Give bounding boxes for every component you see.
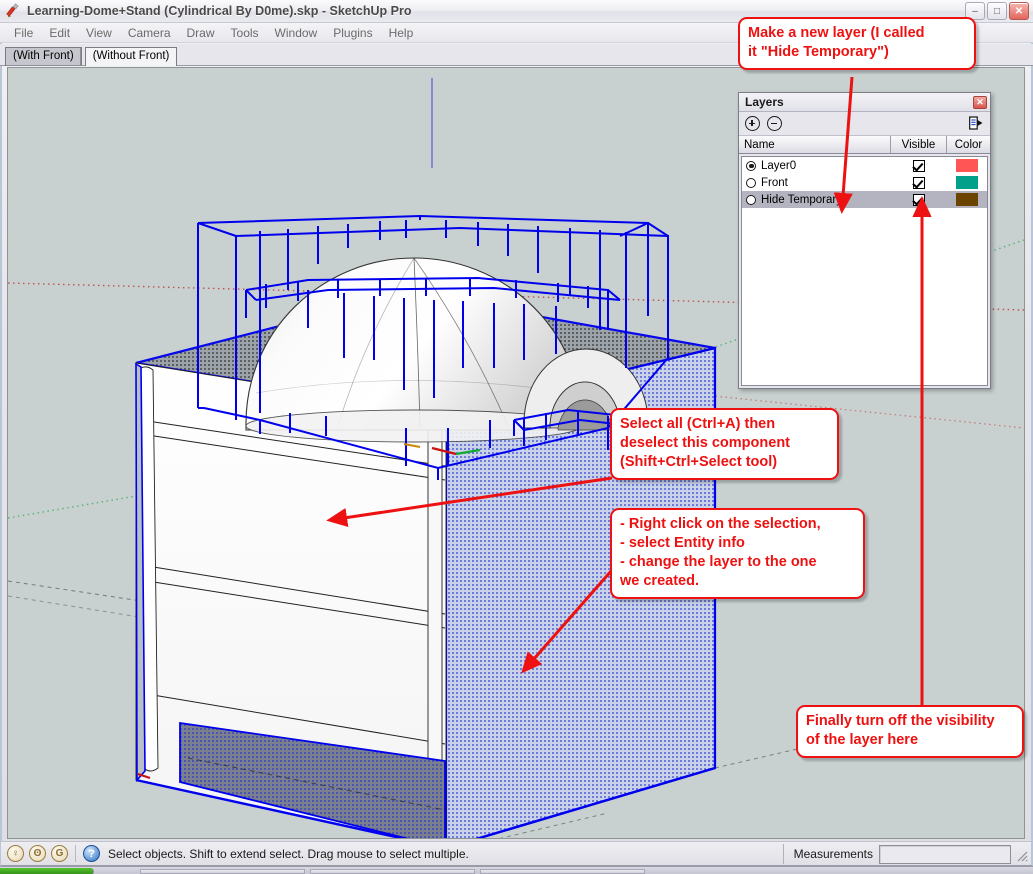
layer-color-cell[interactable]: [946, 159, 987, 172]
os-taskbar: [0, 866, 1033, 874]
callout-entity-info: - Right click on the selection, - select…: [610, 508, 865, 599]
measurements-group: Measurements: [782, 843, 1029, 865]
layer-visible-cell[interactable]: [891, 159, 947, 172]
layer-name-cell[interactable]: Front: [742, 177, 891, 189]
taskbar-item[interactable]: [480, 869, 645, 874]
callout-new-layer: Make a new layer (I called it "Hide Temp…: [738, 17, 976, 70]
layers-panel-title: Layers: [745, 95, 784, 109]
measurements-label: Measurements: [793, 847, 873, 861]
column-header-color[interactable]: Color: [947, 136, 990, 153]
measurements-input[interactable]: [879, 844, 1011, 864]
menu-file[interactable]: File: [6, 24, 41, 42]
color-swatch[interactable]: [955, 176, 978, 189]
layer-name-label: Hide Temporary: [761, 193, 842, 206]
visible-checkbox[interactable]: [912, 176, 925, 189]
status-icon-group: ♀ ʘ G: [1, 845, 68, 862]
status-bar: ♀ ʘ G ? Select objects. Shift to extend …: [1, 841, 1031, 865]
layers-column-headers: Name Visible Color: [739, 136, 990, 154]
layer-options-flyout-icon[interactable]: [969, 116, 983, 131]
scene-tab-with-front[interactable]: (With Front): [5, 47, 82, 66]
layer-name-cell[interactable]: Hide Temporary: [742, 194, 891, 206]
layers-close-icon[interactable]: ✕: [973, 95, 987, 109]
column-header-visible[interactable]: Visible: [891, 136, 947, 153]
layer-visible-cell[interactable]: [891, 193, 947, 206]
layer-name-label: Front: [761, 176, 788, 189]
menu-window[interactable]: Window: [267, 24, 326, 42]
menu-plugins[interactable]: Plugins: [325, 24, 380, 42]
person-icon[interactable]: ʘ: [29, 845, 46, 862]
visible-checkbox[interactable]: [912, 159, 925, 172]
layers-title-bar: Layers ✕: [739, 93, 990, 112]
layers-list[interactable]: Layer0 Front Hide Temporary: [741, 156, 988, 386]
layers-toolbar: [739, 112, 990, 136]
window-title: Learning-Dome+Stand (Cylindrical By D0me…: [27, 4, 412, 18]
menu-edit[interactable]: Edit: [41, 24, 78, 42]
layer-color-cell[interactable]: [946, 193, 987, 206]
callout-visibility: Finally turn off the visibility of the l…: [796, 705, 1024, 758]
layer-row-layer0[interactable]: Layer0: [742, 157, 987, 174]
layer-visible-cell[interactable]: [891, 176, 947, 189]
status-divider: [75, 845, 76, 862]
menu-camera[interactable]: Camera: [120, 24, 179, 42]
active-layer-radio-icon[interactable]: [746, 160, 756, 171]
layer-color-cell[interactable]: [946, 176, 987, 189]
active-layer-radio-icon[interactable]: [746, 177, 756, 188]
menu-draw[interactable]: Draw: [179, 24, 223, 42]
resize-grip-icon[interactable]: [1015, 849, 1029, 863]
taskbar-item[interactable]: [310, 869, 475, 874]
sketchup-window: Learning-Dome+Stand (Cylindrical By D0me…: [0, 0, 1033, 874]
menu-help[interactable]: Help: [381, 24, 422, 42]
layer-name-label: Layer0: [761, 159, 797, 172]
layer-name-cell[interactable]: Layer0: [742, 160, 891, 172]
remove-layer-icon[interactable]: [767, 116, 782, 131]
menu-view[interactable]: View: [78, 24, 120, 42]
help-icon[interactable]: ?: [83, 845, 100, 862]
sketchup-pencil-icon: [6, 3, 22, 19]
scene-tab-without-front[interactable]: (Without Front): [84, 47, 178, 66]
window-controls: – □ ✕: [965, 2, 1029, 20]
menu-tools[interactable]: Tools: [223, 24, 267, 42]
measurements-divider: [782, 844, 784, 864]
color-swatch[interactable]: [955, 159, 978, 172]
google-icon[interactable]: G: [51, 845, 68, 862]
close-button[interactable]: ✕: [1009, 2, 1029, 20]
status-message: Select objects. Shift to extend select. …: [108, 846, 469, 861]
add-layer-icon[interactable]: [745, 116, 760, 131]
active-layer-radio-icon[interactable]: [746, 194, 756, 205]
geo-location-icon[interactable]: ♀: [7, 845, 24, 862]
taskbar-item[interactable]: [140, 869, 305, 874]
visible-checkbox[interactable]: [912, 193, 925, 206]
maximize-button[interactable]: □: [987, 2, 1007, 20]
color-swatch[interactable]: [955, 193, 978, 206]
callout-select-all: Select all (Ctrl+A) then deselect this c…: [610, 408, 839, 480]
layer-row-front[interactable]: Front: [742, 174, 987, 191]
column-header-name[interactable]: Name: [739, 136, 891, 153]
layers-dialog[interactable]: Layers ✕ Name Visible Color Layer0 Front…: [738, 92, 991, 389]
layer-row-hide-temporary[interactable]: Hide Temporary: [742, 191, 987, 208]
start-button[interactable]: [0, 868, 94, 874]
